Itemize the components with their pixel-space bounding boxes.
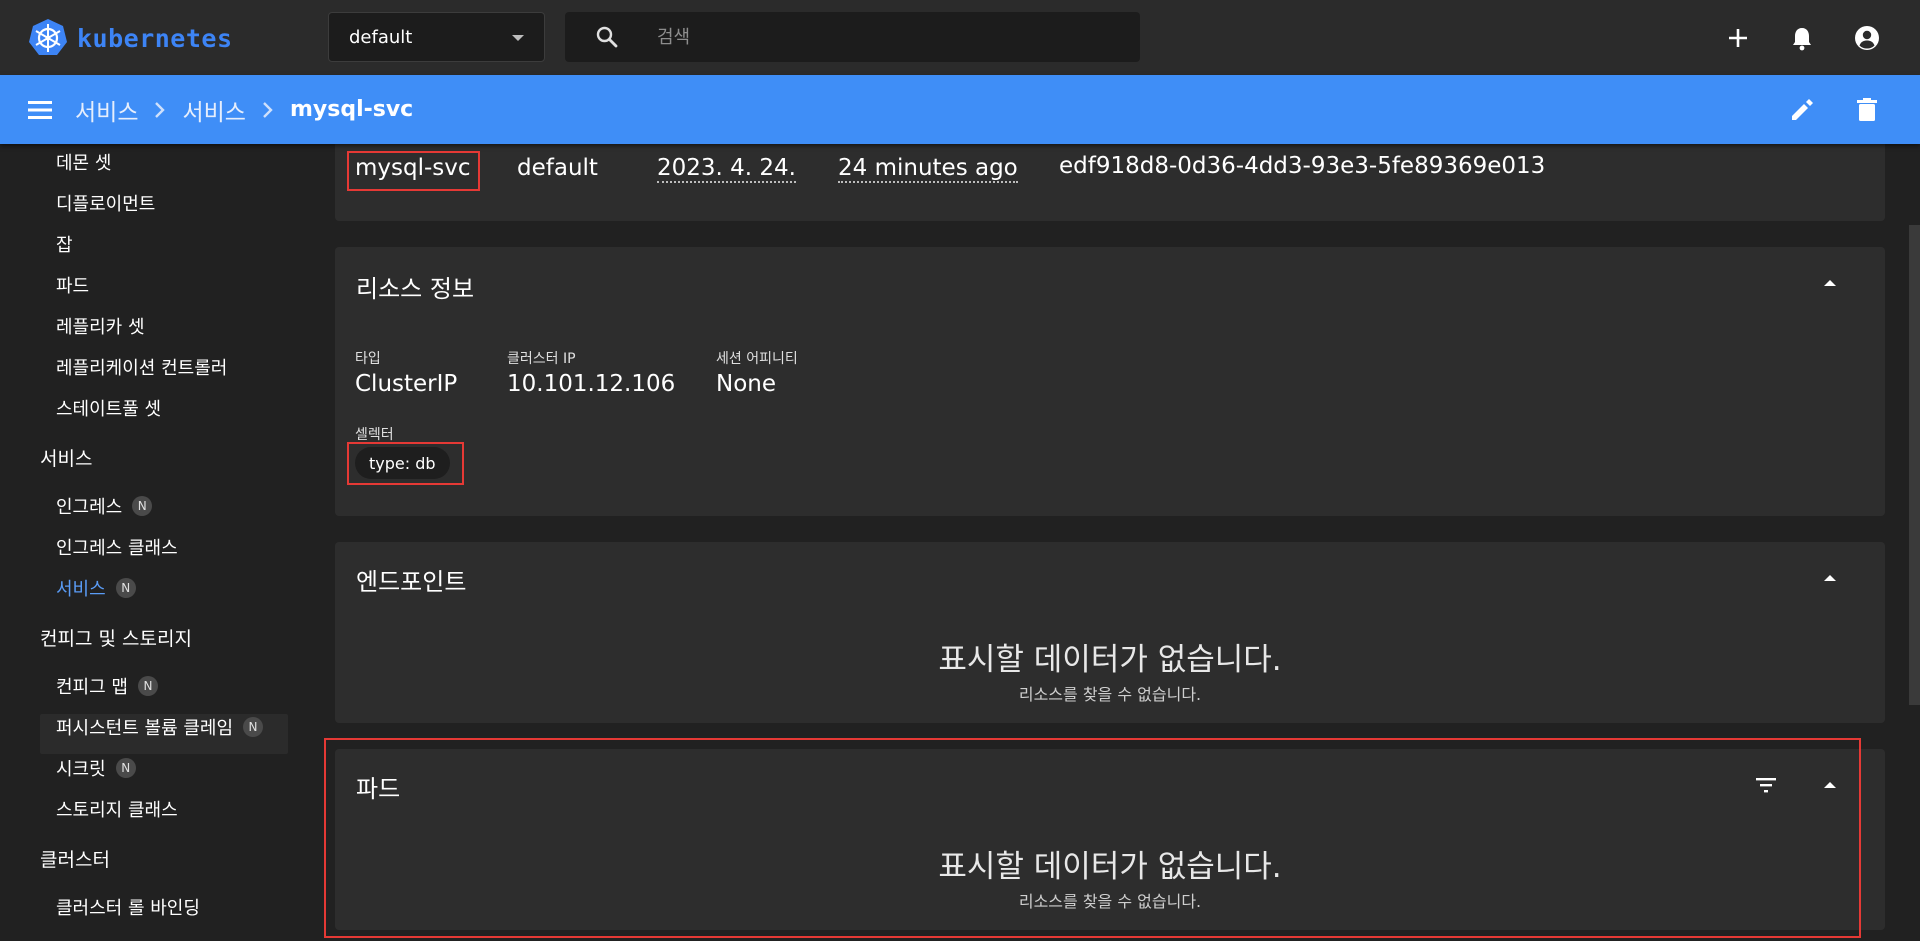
sidebar-group-cluster[interactable]: 클러스터 bbox=[40, 843, 110, 873]
sidebar-item-configmaps[interactable]: 컨피그 맵 N bbox=[56, 671, 158, 701]
breadcrumb-bar: 서비스 서비스 mysql-svc bbox=[0, 75, 1920, 144]
sidebar-item-pods[interactable]: 파드 bbox=[56, 270, 89, 300]
sidebar-group-label: 서비스 bbox=[40, 447, 93, 470]
notifications-icon[interactable] bbox=[1788, 24, 1816, 52]
breadcrumb: 서비스 서비스 mysql-svc bbox=[75, 75, 413, 144]
sidebar-item-deployments[interactable]: 디플로이먼트 bbox=[56, 188, 155, 218]
sidebar-item-replication-controllers[interactable]: 레플리케이션 컨트롤러 bbox=[56, 352, 227, 382]
new-badge: N bbox=[115, 578, 136, 598]
metadata-created: 2023. 4. 24. bbox=[657, 155, 796, 183]
sidebar-item-label: 시크릿 bbox=[56, 759, 106, 780]
selector-label: 셀렉터 bbox=[355, 427, 394, 443]
sidebar-item-label: 서비스 bbox=[56, 579, 106, 600]
metadata-uid: edf918d8-0d36-4dd3-93e3-5fe89369e013 bbox=[1059, 153, 1546, 179]
cluster-ip-label: 클러스터 IP bbox=[507, 351, 576, 367]
sidebar-item-label: 파드 bbox=[56, 276, 90, 297]
sidebar-item-cluster-role-bindings[interactable]: 클러스터 롤 바인딩 bbox=[56, 892, 200, 922]
type-value: ClusterIP bbox=[355, 371, 458, 397]
sidebar-item-label: 클러스터 롤 바인딩 bbox=[56, 898, 200, 919]
kubernetes-logo[interactable]: kubernetes bbox=[27, 17, 233, 59]
sidebar-item-replicasets[interactable]: 레플리카 셋 bbox=[56, 311, 145, 341]
session-affinity-value: None bbox=[716, 371, 777, 397]
metadata-age: 24 minutes ago bbox=[838, 155, 1018, 183]
search-input[interactable] bbox=[657, 12, 1127, 62]
search-box bbox=[565, 12, 1140, 62]
empty-state-title: 표시할 데이터가 없습니다. bbox=[938, 642, 1282, 678]
breadcrumb-current: mysql-svc bbox=[289, 97, 414, 122]
delete-icon[interactable] bbox=[1853, 96, 1881, 124]
sidebar-item-ingresses[interactable]: 인그레스 N bbox=[56, 491, 153, 521]
sidebar-group-label: 클러스터 bbox=[40, 848, 110, 871]
sidebar-item-label: 스토리지 클래스 bbox=[56, 800, 178, 821]
namespace-select[interactable]: default bbox=[328, 12, 545, 62]
breadcrumb-item[interactable]: 서비스 bbox=[182, 93, 245, 127]
chevron-down-icon bbox=[512, 35, 524, 41]
collapse-icon[interactable] bbox=[1818, 566, 1842, 590]
sidebar-group-label: 컨피그 및 스토리지 bbox=[40, 627, 192, 650]
sidebar-item-label: 컨피그 맵 bbox=[56, 677, 128, 698]
chevron-right-icon bbox=[155, 101, 166, 118]
sidebar-item-jobs[interactable]: 잡 bbox=[56, 229, 73, 259]
kubernetes-logo-icon bbox=[29, 19, 67, 55]
sidebar-item-label: 레플리카 셋 bbox=[56, 317, 145, 338]
metadata-namespace: default bbox=[517, 155, 598, 181]
account-icon[interactable] bbox=[1853, 24, 1881, 52]
add-icon[interactable] bbox=[1724, 24, 1752, 52]
sidebar-group-config-storage[interactable]: 컨피그 및 스토리지 bbox=[40, 622, 192, 652]
sidebar-item-label: 인그레스 클래스 bbox=[56, 538, 178, 559]
scrollbar[interactable] bbox=[1909, 225, 1920, 705]
resource-info-card: 리소스 정보 타입 ClusterIP 클러스터 IP 10.101.12.10… bbox=[335, 247, 1885, 516]
breadcrumb-item[interactable]: 서비스 bbox=[75, 93, 138, 127]
sidebar-item-storage-classes[interactable]: 스토리지 클래스 bbox=[56, 794, 178, 824]
new-badge: N bbox=[132, 496, 153, 516]
sidebar-item-label: 레플리케이션 컨트롤러 bbox=[56, 358, 228, 379]
sidebar-item-secrets[interactable]: 시크릿 N bbox=[56, 753, 136, 783]
edit-icon[interactable] bbox=[1788, 96, 1816, 124]
highlight-box bbox=[347, 442, 464, 485]
sidebar-item-services[interactable]: 서비스 N bbox=[56, 573, 136, 603]
sidebar-group-services[interactable]: 서비스 bbox=[40, 442, 92, 472]
new-badge: N bbox=[243, 717, 264, 737]
top-bar: kubernetes default bbox=[0, 0, 1920, 75]
endpoints-card: 엔드포인트 표시할 데이터가 없습니다. 리소스를 찾을 수 없습니다. bbox=[335, 542, 1885, 723]
highlight-box bbox=[347, 151, 480, 191]
highlight-box bbox=[324, 738, 1861, 938]
namespace-select-value: default bbox=[349, 26, 413, 48]
sidebar-item-label: 디플로이먼트 bbox=[56, 194, 156, 215]
empty-state-subtitle: 리소스를 찾을 수 없습니다. bbox=[1018, 685, 1202, 704]
sidebar-item-label: 데몬 셋 bbox=[56, 153, 112, 174]
sidebar-item-label: 퍼시스턴트 볼륨 클레임 bbox=[56, 718, 234, 739]
sidebar-item-statefulsets[interactable]: 스테이트풀 셋 bbox=[56, 393, 161, 423]
cluster-ip-value: 10.101.12.106 bbox=[507, 371, 676, 397]
card-title: 엔드포인트 bbox=[356, 568, 467, 596]
card-title: 리소스 정보 bbox=[356, 275, 475, 303]
type-label: 타입 bbox=[355, 351, 381, 367]
collapse-icon[interactable] bbox=[1818, 271, 1842, 295]
sidebar-item-persistent-volume-claims[interactable]: 퍼시스턴트 볼륨 클레임 N bbox=[56, 712, 264, 742]
chevron-right-icon bbox=[263, 101, 273, 118]
sidebar: 데몬 셋 디플로이먼트 잡 파드 레플리카 셋 레플리케이션 컨트롤러 스테이트… bbox=[0, 144, 300, 941]
sidebar-item-label: 인그레스 bbox=[56, 497, 123, 518]
sidebar-item-label: 잡 bbox=[56, 235, 73, 256]
sidebar-item-label: 스테이트풀 셋 bbox=[56, 399, 162, 420]
sidebar-item-daemonsets[interactable]: 데몬 셋 bbox=[56, 147, 111, 177]
search-icon[interactable] bbox=[595, 25, 619, 49]
menu-icon[interactable] bbox=[26, 97, 54, 123]
new-badge: N bbox=[137, 676, 158, 696]
sidebar-item-ingress-classes[interactable]: 인그레스 클래스 bbox=[56, 532, 178, 562]
new-badge: N bbox=[115, 758, 136, 778]
brand-name: kubernetes bbox=[77, 23, 233, 53]
session-affinity-label: 세션 어피니티 bbox=[716, 351, 798, 367]
